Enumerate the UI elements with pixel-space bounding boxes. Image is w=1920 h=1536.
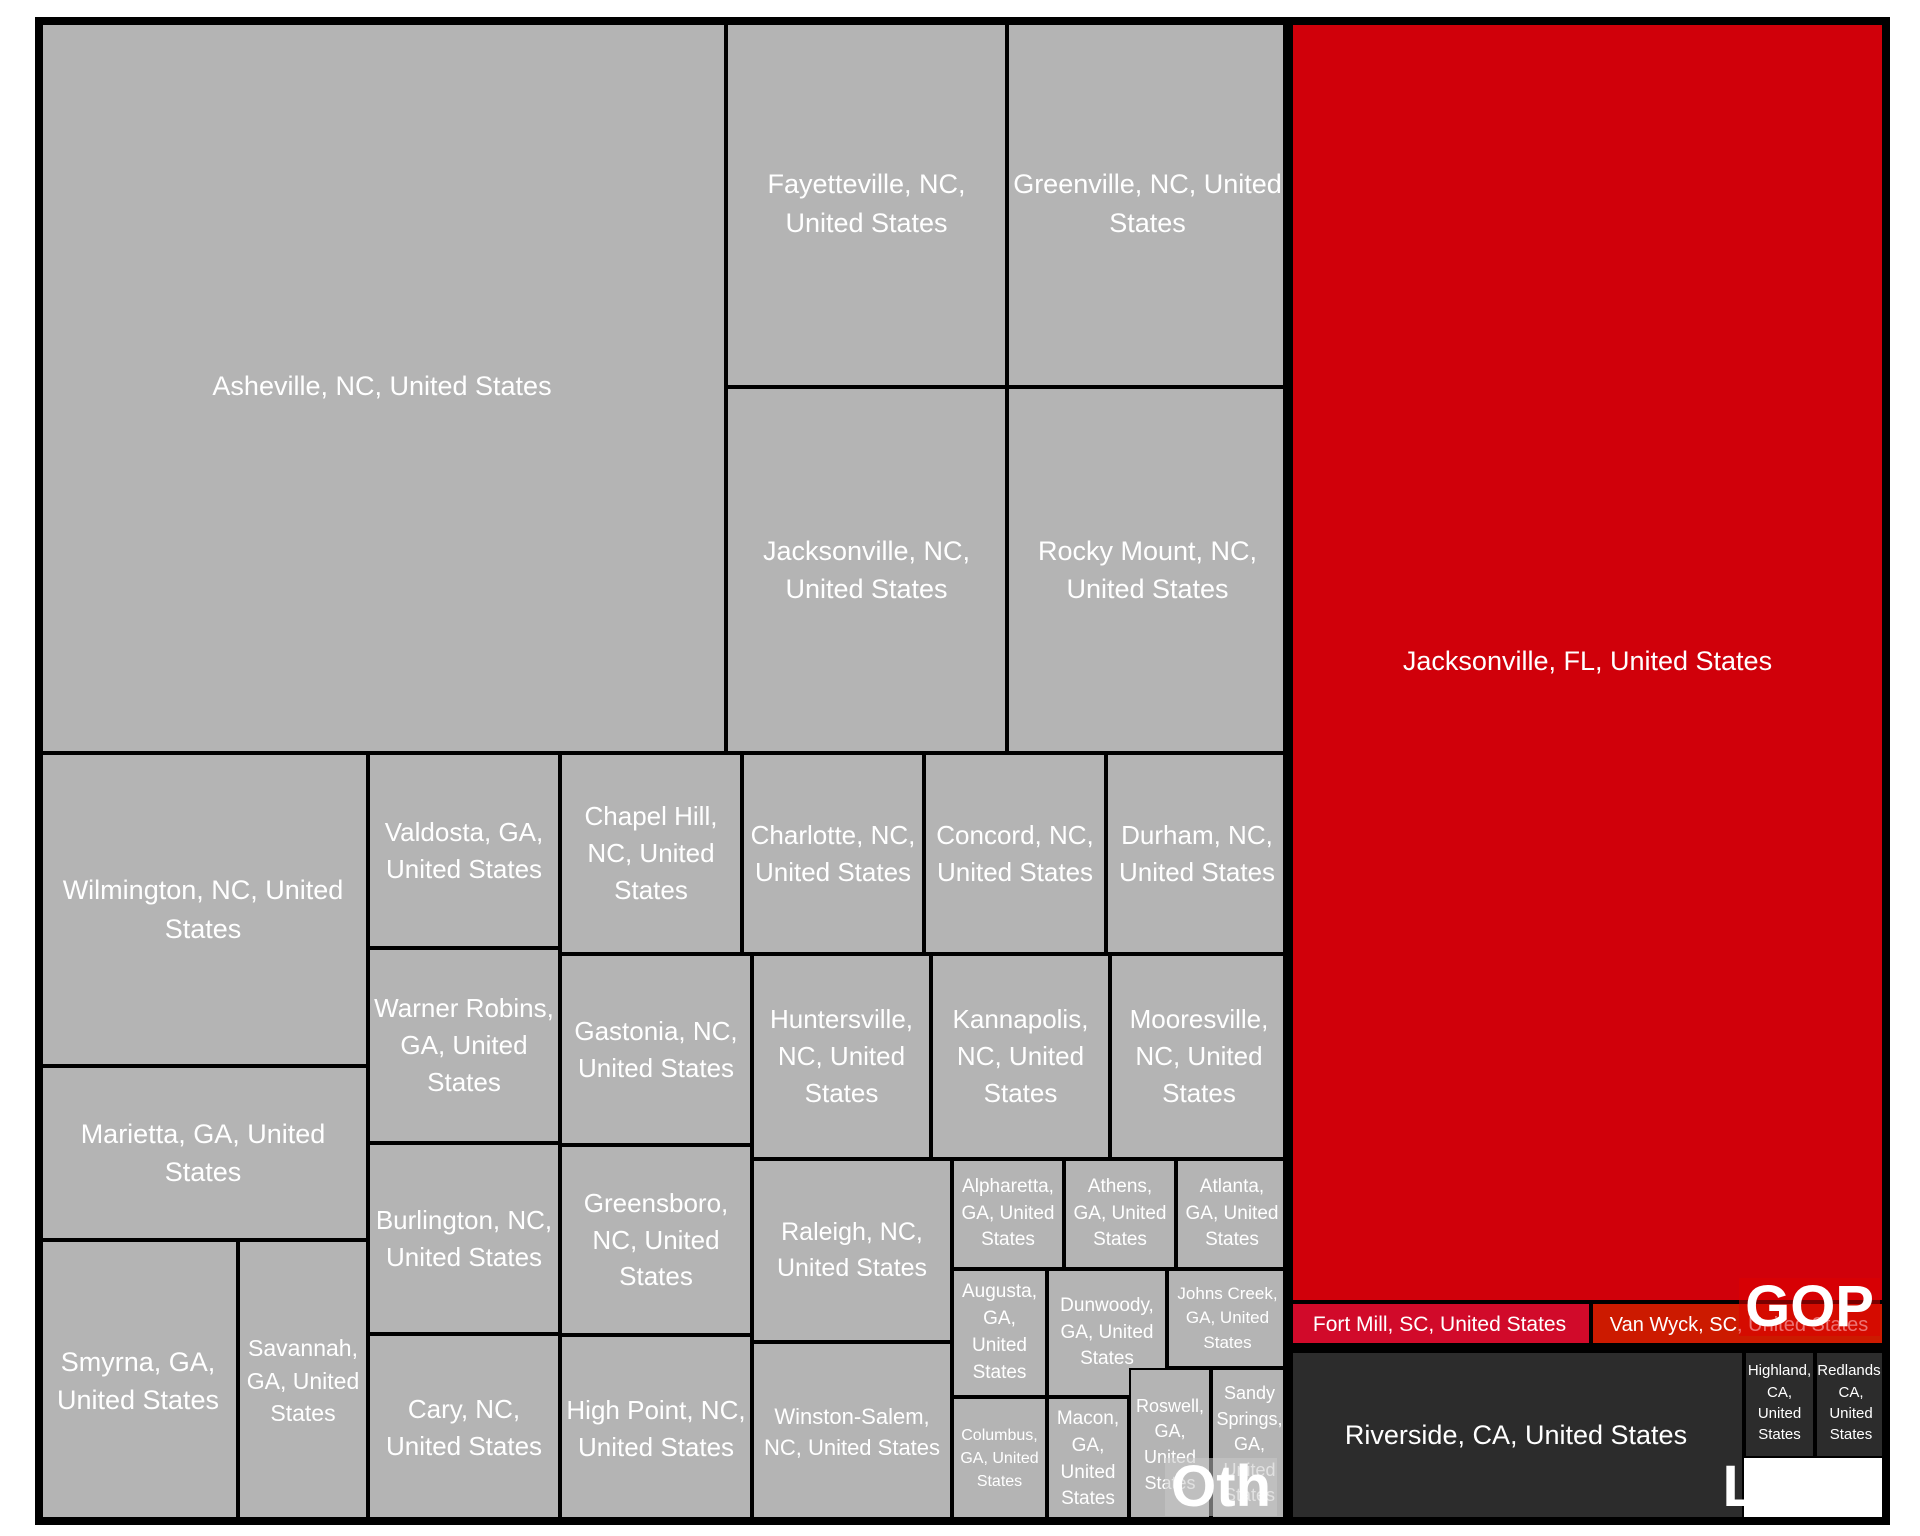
- treemap-cell-riverside: Riverside, CA, United States: [1288, 1348, 1744, 1522]
- treemap-cell-burlington: Burlington, NC, United States: [368, 1143, 560, 1334]
- treemap-cell-valdosta: Valdosta, GA, United States: [368, 753, 560, 948]
- treemap-cell-mooresville: Mooresville, NC, United States: [1110, 954, 1288, 1159]
- treemap-chart: Asheville, NC, United States Fayetteville…: [0, 0, 1920, 1536]
- treemap-cell-redlands: Redlands, CA, United States: [1815, 1348, 1887, 1458]
- treemap-cell-jacksonville-nc: Jacksonville, NC, United States: [726, 387, 1007, 753]
- treemap-cell-label: Huntersville, NC, United States: [769, 1004, 914, 1108]
- treemap-cell-label: Gastonia, NC, United States: [574, 1015, 738, 1083]
- treemap-cell-label: Valdosta, GA, United States: [384, 816, 544, 884]
- treemap-cell-concord: Concord, NC, United States: [924, 753, 1106, 954]
- treemap-cell-label: Wilmington, NC, United States: [62, 875, 344, 944]
- treemap-cell-label: Johns Creek, GA, United States: [1177, 1284, 1278, 1352]
- treemap-cell-label: Marietta, GA, United States: [80, 1118, 326, 1187]
- group-label-oth: Oth: [1165, 1458, 1277, 1516]
- treemap-cell-atlanta: Atlanta, GA, United States: [1176, 1159, 1288, 1269]
- treemap-cell-greensboro: Greensboro, NC, United States: [560, 1145, 752, 1335]
- group-label-local: Local: [1722, 1454, 1875, 1519]
- group-label-gop: GOP: [1739, 1278, 1880, 1336]
- treemap-cell-label: Burlington, NC, United States: [375, 1204, 553, 1272]
- treemap-cell-highland: Highland, CA, United States: [1744, 1348, 1815, 1458]
- treemap-cell-label: Raleigh, NC, United States: [776, 1218, 928, 1282]
- treemap-cell-athens: Athens, GA, United States: [1064, 1159, 1176, 1269]
- treemap-cell-johns-creek: Johns Creek, GA, United States: [1167, 1269, 1288, 1368]
- treemap-cell-cary: Cary, NC, United States: [368, 1334, 560, 1522]
- treemap-cell-columbus: Columbus, GA, United States: [952, 1397, 1047, 1522]
- treemap-cell-kannapolis: Kannapolis, NC, United States: [931, 954, 1110, 1159]
- treemap-cell-winston-salem: Winston-Salem, NC, United States: [752, 1342, 952, 1522]
- treemap-cell-fort-mill: Fort Mill, SC, United States: [1288, 1302, 1591, 1348]
- treemap-cell-label: Smyrna, GA, United States: [56, 1346, 220, 1415]
- treemap-cell-label: Warner Robins, GA, United States: [374, 993, 554, 1097]
- treemap-cell-label: Riverside, CA, United States: [1344, 1419, 1688, 1450]
- treemap-cell-augusta: Augusta, GA, United States: [952, 1269, 1047, 1397]
- treemap-cell-fayetteville: Fayetteville, NC, United States: [726, 20, 1007, 387]
- treemap-cell-warner-robins: Warner Robins, GA, United States: [368, 948, 560, 1143]
- treemap-cell-label: Rocky Mount, NC, United States: [1037, 535, 1258, 604]
- treemap-cell-label: Chapel Hill, NC, United States: [584, 801, 718, 905]
- treemap-cell-label: Greenville, NC, United States: [1013, 169, 1282, 238]
- treemap-cell-label: Augusta, GA, United States: [962, 1281, 1037, 1383]
- treemap-cell-label: Kannapolis, NC, United States: [952, 1004, 1089, 1108]
- treemap-cell-marietta: Marietta, GA, United States: [38, 1066, 368, 1240]
- treemap-cell-label: Macon, GA, United States: [1056, 1407, 1120, 1510]
- treemap-cell-jacksonville: Jacksonville, FL, United States: [1288, 20, 1887, 1302]
- treemap-cell-label: Jacksonville, FL, United States: [1402, 645, 1773, 676]
- treemap-cell-high-point: High Point, NC, United States: [560, 1335, 752, 1522]
- treemap-cell-label: Durham, NC, United States: [1118, 819, 1276, 887]
- treemap-cell-rocky-mount: Rocky Mount, NC, United States: [1007, 387, 1288, 753]
- treemap-cell-asheville: Asheville, NC, United States: [38, 20, 726, 753]
- treemap-cell-label: Fayetteville, NC, United States: [767, 169, 966, 238]
- treemap-cell-raleigh: Raleigh, NC, United States: [752, 1159, 952, 1342]
- treemap-cell-label: Columbus, GA, United States: [960, 1427, 1039, 1490]
- treemap-cell-label: Greensboro, NC, United States: [583, 1187, 729, 1292]
- treemap-cell-chapel-hill: Chapel Hill, NC, United States: [560, 753, 742, 954]
- treemap-cell-greenville: Greenville, NC, United States: [1007, 20, 1288, 387]
- treemap-cell-label: Cary, NC, United States: [385, 1394, 543, 1461]
- treemap-cell-macon: Macon, GA, United States: [1047, 1397, 1129, 1522]
- treemap-cell-label: Dunwoody, GA, United States: [1060, 1294, 1154, 1370]
- treemap-cell-label: Jacksonville, NC, United States: [762, 535, 971, 604]
- treemap-cell-durham: Durham, NC, United States: [1106, 753, 1288, 954]
- treemap-cell-label: Savannah, GA, United States: [246, 1335, 360, 1427]
- treemap-cell-label: Winston-Salem, NC, United States: [763, 1403, 941, 1460]
- treemap-cell-label: Fort Mill, SC, United States: [1312, 1313, 1567, 1337]
- treemap-cell-label: Athens, GA, United States: [1073, 1175, 1167, 1251]
- treemap-cell-wilmington: Wilmington, NC, United States: [38, 753, 368, 1066]
- treemap-cell-label: Redlands, CA, United States: [1817, 1362, 1885, 1444]
- treemap-cell-label: Concord, NC, United States: [936, 819, 1094, 887]
- treemap-cell-label: Alpharetta, GA, United States: [961, 1175, 1055, 1251]
- treemap-cell-savannah: Savannah, GA, United States: [238, 1240, 368, 1522]
- treemap-cell-label: Asheville, NC, United States: [212, 371, 552, 402]
- treemap-cell-label: Highland, CA, United States: [1747, 1362, 1812, 1444]
- treemap-cell-label: Atlanta, GA, United States: [1185, 1175, 1279, 1251]
- treemap-cell-label: Charlotte, NC, United States: [750, 819, 916, 887]
- treemap-cell-huntersville: Huntersville, NC, United States: [752, 954, 931, 1159]
- treemap-cell-gastonia: Gastonia, NC, United States: [560, 954, 752, 1145]
- treemap-cell-label: Mooresville, NC, United States: [1129, 1004, 1269, 1108]
- treemap-cell-charlotte: Charlotte, NC, United States: [742, 753, 924, 954]
- treemap-cell-smyrna: Smyrna, GA, United States: [38, 1240, 238, 1522]
- treemap-cell-alpharetta: Alpharetta, GA, United States: [952, 1159, 1064, 1269]
- treemap-cell-label: High Point, NC, United States: [566, 1394, 746, 1462]
